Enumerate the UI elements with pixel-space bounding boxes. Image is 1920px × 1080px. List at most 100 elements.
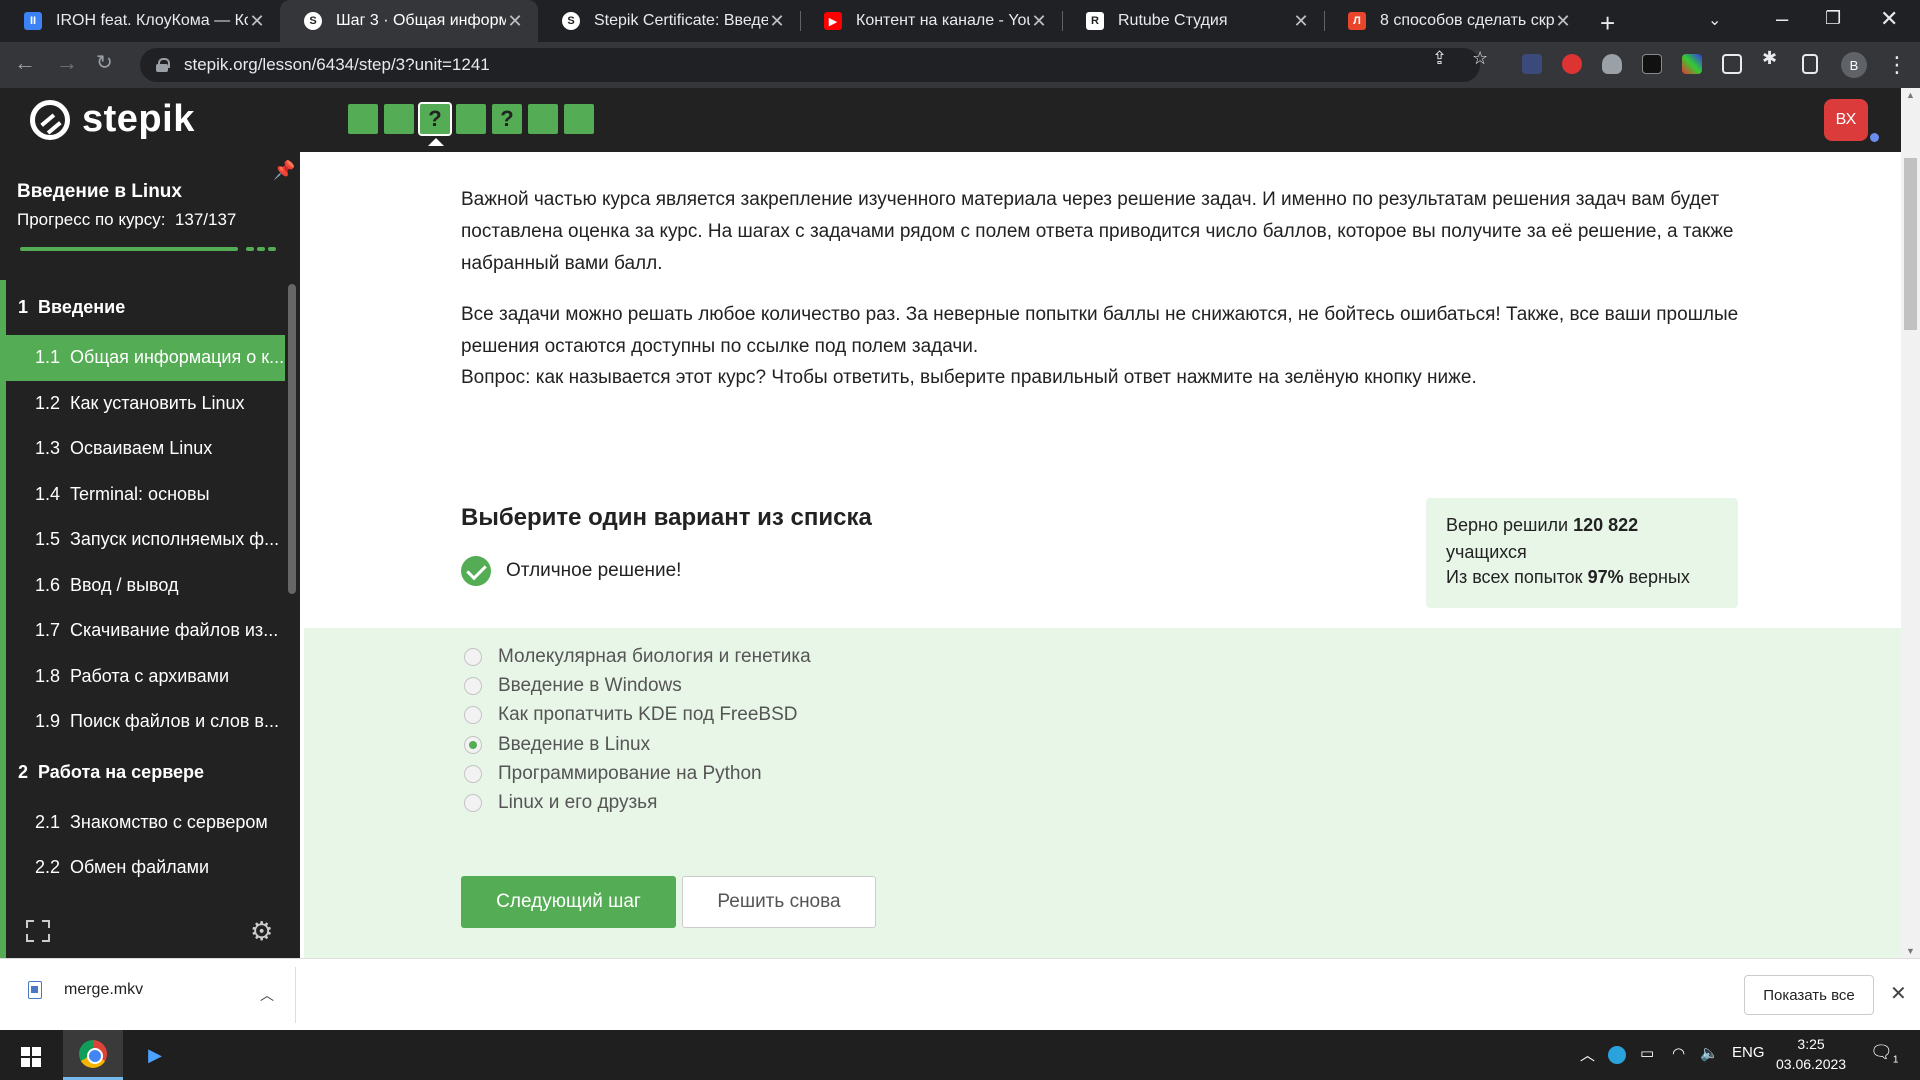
shield-icon[interactable] — [1602, 54, 1622, 74]
forward-icon[interactable]: → — [56, 50, 78, 76]
radio-option[interactable]: Молекулярная биология и генетика — [464, 646, 811, 668]
browser-tab[interactable]: II IROH feat. КлоуКома — Ко ✕ — [0, 0, 280, 42]
taskbar-media-player[interactable]: ▶ — [125, 1030, 185, 1080]
step-indicator[interactable] — [348, 104, 378, 134]
browser-tab[interactable]: ▶ Контент на канале - YouTu ✕ — [800, 0, 1062, 42]
sidebar-lesson-active[interactable]: 1.1 Общая информация о к... — [6, 335, 285, 381]
step-indicator[interactable] — [384, 104, 414, 134]
download-file-name[interactable]: merge.mkv — [64, 981, 143, 999]
language-indicator[interactable]: ENG — [1732, 1044, 1765, 1061]
step-indicator[interactable] — [528, 104, 558, 134]
browser-tab[interactable]: Л 8 способов сделать скрин ✕ — [1324, 0, 1586, 42]
sidebar-lesson[interactable]: 1.7 Скачивание файлов из... — [0, 608, 286, 654]
chevron-up-icon[interactable]: ︿ — [1580, 1044, 1595, 1065]
telegram-icon[interactable] — [1608, 1046, 1626, 1064]
puzzle-icon[interactable]: ✱ — [1762, 48, 1777, 69]
close-icon[interactable]: ✕ — [1890, 981, 1907, 1006]
radio-option[interactable]: Linux и его друзья — [464, 792, 657, 814]
new-tab-button[interactable]: + — [1600, 8, 1615, 39]
url-text[interactable]: stepik.org/lesson/6434/step/3?unit=1241 — [184, 55, 490, 75]
step-indicator[interactable] — [456, 104, 486, 134]
radio-option[interactable]: Введение в Windows — [464, 675, 682, 697]
close-tab-icon[interactable]: ✕ — [506, 11, 524, 32]
download-item[interactable]: merge.mkv — [28, 981, 143, 999]
battery-icon[interactable]: ▭ — [1640, 1044, 1654, 1062]
extension-icon[interactable] — [1682, 54, 1702, 74]
module-header[interactable]: 2 Работа на сервере — [0, 745, 286, 800]
extension-icon[interactable] — [1642, 54, 1662, 74]
course-title[interactable]: Введение в Linux — [17, 181, 182, 203]
bookmark-star-icon[interactable]: ☆ — [1472, 48, 1488, 69]
sidebar-lesson[interactable]: 1.9 Поиск файлов и слов в... — [0, 699, 286, 745]
restore-icon[interactable]: ❐ — [1825, 8, 1841, 29]
scrollbar-thumb[interactable] — [1904, 158, 1917, 330]
share-icon[interactable]: ⇪ — [1432, 48, 1447, 69]
windows-start-icon[interactable] — [21, 1047, 41, 1067]
media-control-icon[interactable] — [1722, 54, 1742, 74]
close-tab-icon[interactable]: ✕ — [1554, 11, 1572, 32]
next-step-button[interactable]: Следующий шаг — [461, 876, 676, 928]
sidebar-lesson[interactable]: 1.2 Как установить Linux — [0, 381, 286, 427]
taskbar-clock[interactable]: 3:25 03.06.2023 — [1776, 1034, 1846, 1074]
browser-tab[interactable]: S Stepik Certificate: Введение ✕ — [538, 0, 800, 42]
reload-icon[interactable]: ↻ — [96, 50, 113, 75]
option-label[interactable]: Как пропатчить KDE под FreeBSD — [498, 704, 797, 726]
radio-option[interactable]: Программирование на Python — [464, 763, 762, 785]
option-label[interactable]: Linux и его друзья — [498, 792, 657, 814]
side-panel-icon[interactable] — [1802, 54, 1818, 74]
close-tab-icon[interactable]: ✕ — [1030, 11, 1048, 32]
chevron-up-icon[interactable]: ︿ — [260, 985, 274, 1005]
address-bar[interactable]: stepik.org/lesson/6434/step/3?unit=1241 — [140, 48, 1480, 82]
option-label[interactable]: Молекулярная биология и генетика — [498, 646, 811, 668]
menu-icon[interactable]: ⋮ — [1886, 52, 1908, 78]
sidebar-lesson[interactable]: 2.2 Обмен файлами — [0, 845, 286, 891]
radio-button[interactable] — [464, 794, 482, 812]
radio-button[interactable] — [464, 706, 482, 724]
radio-option[interactable]: Как пропатчить KDE под FreeBSD — [464, 704, 797, 726]
close-window-icon[interactable]: ✕ — [1880, 6, 1898, 32]
volume-icon[interactable]: 🔈 — [1700, 1044, 1719, 1062]
radio-button[interactable] — [464, 677, 482, 695]
option-label[interactable]: Введение в Linux — [498, 734, 650, 756]
profile-avatar[interactable]: B — [1841, 52, 1867, 78]
step-indicator-current[interactable]: ? — [418, 102, 452, 146]
tab-search-icon[interactable]: ⌄ — [1708, 10, 1721, 30]
minimize-icon[interactable]: – — [1776, 6, 1788, 32]
page-scrollbar[interactable]: ▲ ▼ — [1901, 88, 1920, 958]
sidebar-lesson[interactable]: 1.5 Запуск исполняемых ф... — [0, 517, 286, 563]
option-label[interactable]: Программирование на Python — [498, 763, 762, 785]
sidebar-scrollbar[interactable] — [288, 284, 296, 594]
sidebar-lesson[interactable]: 1.8 Работа с архивами — [0, 654, 286, 700]
step-indicator[interactable] — [564, 104, 594, 134]
close-tab-icon[interactable]: ✕ — [248, 11, 266, 32]
pin-icon[interactable]: 📌 — [273, 160, 295, 181]
browser-tab-active[interactable]: S Шаг 3 · Общая информаци ✕ — [280, 0, 538, 42]
extension-icon[interactable] — [1562, 54, 1582, 74]
sidebar-lesson[interactable]: 1.6 Ввод / вывод — [0, 563, 286, 609]
retry-button[interactable]: Решить снова — [682, 876, 876, 928]
radio-button[interactable] — [464, 648, 482, 666]
sidebar-lesson[interactable]: 2.1 Знакомство с сервером — [0, 800, 286, 846]
radio-button[interactable] — [464, 765, 482, 783]
wifi-icon[interactable]: ◠ — [1672, 1044, 1685, 1062]
sidebar-lesson[interactable]: 1.4 Terminal: основы — [0, 472, 286, 518]
scroll-up-icon[interactable]: ▲ — [1906, 90, 1915, 100]
sidebar-lesson[interactable]: 1.3 Осваиваем Linux — [0, 426, 286, 472]
notification-icon[interactable]: 🗨1 — [1870, 1042, 1898, 1066]
fullscreen-icon[interactable] — [26, 920, 50, 942]
radio-option-selected[interactable]: Введение в Linux — [464, 734, 650, 756]
radio-button-checked[interactable] — [464, 736, 482, 754]
extension-icon[interactable] — [1522, 54, 1542, 74]
stepik-logo[interactable]: stepik — [30, 98, 195, 141]
close-tab-icon[interactable]: ✕ — [1292, 11, 1310, 32]
option-label[interactable]: Введение в Windows — [498, 675, 682, 697]
taskbar-chrome[interactable] — [63, 1030, 123, 1080]
module-header[interactable]: 1 Введение — [0, 280, 286, 335]
close-tab-icon[interactable]: ✕ — [768, 11, 786, 32]
browser-tab[interactable]: R Rutube Студия ✕ — [1062, 0, 1324, 42]
show-all-button[interactable]: Показать все — [1744, 975, 1874, 1015]
user-avatar[interactable]: ВХ — [1824, 99, 1868, 141]
gear-icon[interactable]: ⚙ — [250, 916, 273, 947]
back-icon[interactable]: ← — [14, 50, 36, 76]
step-indicator[interactable]: ? — [492, 104, 522, 134]
